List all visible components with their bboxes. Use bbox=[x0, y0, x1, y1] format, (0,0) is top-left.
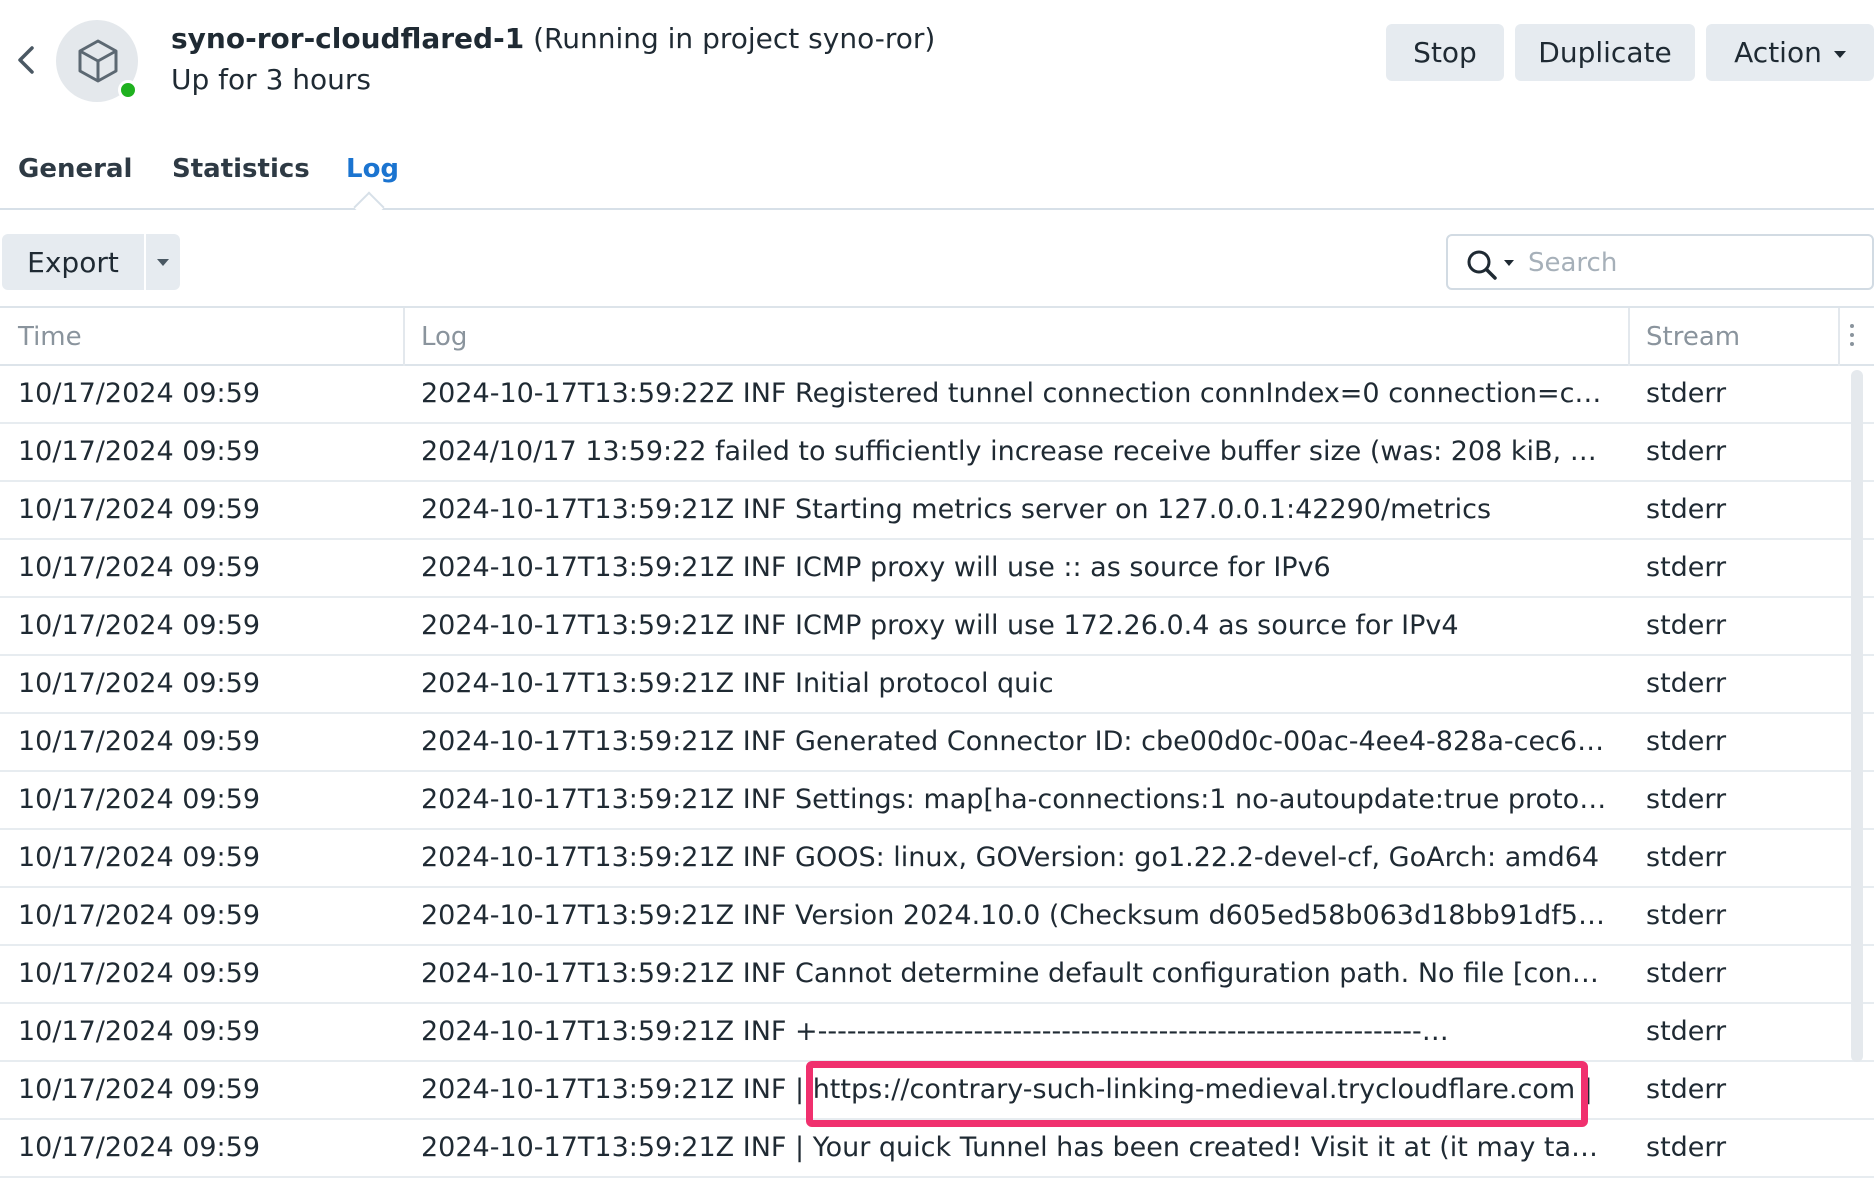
column-header-log[interactable]: Log bbox=[421, 322, 467, 352]
uptime-text: Up for 3 hours bbox=[171, 63, 372, 96]
running-status-text: (Running in project syno-ror) bbox=[533, 22, 936, 55]
cell-stream: stderr bbox=[1646, 610, 1727, 641]
cell-time: 10/17/2024 09:59 bbox=[18, 1132, 261, 1163]
export-button[interactable]: Export bbox=[2, 234, 144, 290]
cell-time: 10/17/2024 09:59 bbox=[18, 900, 261, 931]
duplicate-button-label: Duplicate bbox=[1538, 36, 1672, 69]
duplicate-button[interactable]: Duplicate bbox=[1515, 24, 1695, 81]
cell-stream: stderr bbox=[1646, 436, 1727, 467]
cell-time: 10/17/2024 09:59 bbox=[18, 958, 261, 989]
cell-time: 10/17/2024 09:59 bbox=[18, 610, 261, 641]
column-divider[interactable] bbox=[1628, 308, 1630, 366]
table-row[interactable]: 10/17/2024 09:59 2024-10-17T13:59:21Z IN… bbox=[0, 888, 1874, 946]
column-divider[interactable] bbox=[403, 308, 405, 366]
cell-log: 2024/10/17 13:59:22 failed to sufficient… bbox=[421, 436, 1613, 467]
cell-stream: stderr bbox=[1646, 494, 1727, 525]
tab-log[interactable]: Log bbox=[346, 154, 399, 184]
cell-log: 2024-10-17T13:59:21Z INF Version 2024.10… bbox=[421, 900, 1613, 931]
table-scrollbar[interactable] bbox=[1851, 370, 1863, 1062]
cell-time: 10/17/2024 09:59 bbox=[18, 1074, 261, 1105]
cell-stream: stderr bbox=[1646, 784, 1727, 815]
tab-general[interactable]: General bbox=[18, 154, 132, 184]
caret-down-icon bbox=[157, 258, 169, 266]
cell-log: 2024-10-17T13:59:21Z INF Initial protoco… bbox=[421, 668, 1054, 699]
cell-time: 10/17/2024 09:59 bbox=[18, 552, 261, 583]
export-button-group: Export bbox=[2, 234, 180, 290]
column-menu-icon[interactable] bbox=[1850, 324, 1854, 351]
stop-button-label: Stop bbox=[1413, 36, 1477, 69]
table-row[interactable]: 10/17/2024 09:59 2024-10-17T13:59:21Z IN… bbox=[0, 714, 1874, 772]
column-header-stream[interactable]: Stream bbox=[1646, 322, 1740, 352]
table-row[interactable]: 10/17/2024 09:59 2024-10-17T13:59:22Z IN… bbox=[0, 366, 1874, 424]
search-options-caret-icon[interactable] bbox=[1504, 260, 1514, 266]
caret-down-icon bbox=[1833, 50, 1846, 58]
search-input[interactable] bbox=[1526, 244, 1860, 282]
column-divider bbox=[1838, 308, 1840, 366]
cell-log: 2024-10-17T13:59:21Z INF Cannot determin… bbox=[421, 958, 1613, 989]
tab-statistics[interactable]: Statistics bbox=[172, 154, 310, 184]
container-name: syno-ror-cloudflared-1 bbox=[171, 22, 525, 55]
cell-log: 2024-10-17T13:59:21Z INF +--------------… bbox=[421, 1016, 1449, 1047]
cell-stream: stderr bbox=[1646, 1132, 1727, 1163]
cell-log: 2024-10-17T13:59:21Z INF Generated Conne… bbox=[421, 726, 1613, 757]
cell-log: 2024-10-17T13:59:21Z INF | Your quick Tu… bbox=[421, 1132, 1613, 1163]
cell-time: 10/17/2024 09:59 bbox=[18, 494, 261, 525]
cube-icon bbox=[78, 39, 118, 83]
search-icon[interactable] bbox=[1466, 249, 1498, 281]
action-button-label: Action bbox=[1734, 36, 1822, 69]
cell-time: 10/17/2024 09:59 bbox=[18, 668, 261, 699]
table-row[interactable]: 10/17/2024 09:59 2024-10-17T13:59:21Z IN… bbox=[0, 1120, 1874, 1178]
cell-stream: stderr bbox=[1646, 900, 1727, 931]
cell-log: 2024-10-17T13:59:21Z INF | https://contr… bbox=[421, 1074, 1593, 1105]
export-button-label: Export bbox=[27, 245, 119, 279]
table-header: Time Log Stream bbox=[0, 306, 1874, 366]
cell-log: 2024-10-17T13:59:21Z INF ICMP proxy will… bbox=[421, 610, 1459, 641]
cell-stream: stderr bbox=[1646, 378, 1727, 409]
cell-log: 2024-10-17T13:59:22Z INF Registered tunn… bbox=[421, 378, 1613, 409]
cell-time: 10/17/2024 09:59 bbox=[18, 1016, 261, 1047]
export-dropdown-button[interactable] bbox=[144, 234, 180, 290]
cell-log: 2024-10-17T13:59:21Z INF GOOS: linux, GO… bbox=[421, 842, 1600, 873]
cell-stream: stderr bbox=[1646, 1016, 1727, 1047]
cell-stream: stderr bbox=[1646, 958, 1727, 989]
table-row[interactable]: 10/17/2024 09:59 2024-10-17T13:59:21Z IN… bbox=[0, 598, 1874, 656]
cell-time: 10/17/2024 09:59 bbox=[18, 436, 261, 467]
tab-divider bbox=[0, 208, 1874, 210]
table-row[interactable]: 10/17/2024 09:59 2024/10/17 13:59:22 fai… bbox=[0, 424, 1874, 482]
cell-stream: stderr bbox=[1646, 1074, 1727, 1105]
search-box bbox=[1446, 234, 1874, 290]
active-tab-pointer bbox=[353, 191, 385, 223]
cell-log: 2024-10-17T13:59:21Z INF ICMP proxy will… bbox=[421, 552, 1331, 583]
cell-stream: stderr bbox=[1646, 668, 1727, 699]
cell-log: 2024-10-17T13:59:21Z INF Settings: map[h… bbox=[421, 784, 1613, 815]
running-status-indicator bbox=[118, 80, 138, 100]
table-row[interactable]: 10/17/2024 09:59 2024-10-17T13:59:21Z IN… bbox=[0, 540, 1874, 598]
cell-stream: stderr bbox=[1646, 726, 1727, 757]
table-row[interactable]: 10/17/2024 09:59 2024-10-17T13:59:21Z IN… bbox=[0, 482, 1874, 540]
cell-time: 10/17/2024 09:59 bbox=[18, 842, 261, 873]
cell-time: 10/17/2024 09:59 bbox=[18, 784, 261, 815]
chevron-left-icon bbox=[18, 46, 34, 74]
cell-stream: stderr bbox=[1646, 552, 1727, 583]
cell-stream: stderr bbox=[1646, 842, 1727, 873]
cell-time: 10/17/2024 09:59 bbox=[18, 726, 261, 757]
back-button[interactable] bbox=[10, 40, 42, 80]
table-row[interactable]: 10/17/2024 09:59 2024-10-17T13:59:21Z IN… bbox=[0, 946, 1874, 1004]
action-menu-button[interactable]: Action bbox=[1706, 24, 1874, 81]
table-row[interactable]: 10/17/2024 09:59 2024-10-17T13:59:21Z IN… bbox=[0, 656, 1874, 714]
cell-log: 2024-10-17T13:59:21Z INF Starting metric… bbox=[421, 494, 1492, 525]
table-row[interactable]: 10/17/2024 09:59 2024-10-17T13:59:21Z IN… bbox=[0, 1062, 1874, 1120]
table-row[interactable]: 10/17/2024 09:59 2024-10-17T13:59:21Z IN… bbox=[0, 1004, 1874, 1062]
cell-time: 10/17/2024 09:59 bbox=[18, 378, 261, 409]
column-header-time[interactable]: Time bbox=[18, 322, 82, 352]
stop-button[interactable]: Stop bbox=[1386, 24, 1504, 81]
table-row[interactable]: 10/17/2024 09:59 2024-10-17T13:59:21Z IN… bbox=[0, 772, 1874, 830]
table-row[interactable]: 10/17/2024 09:59 2024-10-17T13:59:21Z IN… bbox=[0, 830, 1874, 888]
container-title: syno-ror-cloudflared-1 (Running in proje… bbox=[171, 22, 935, 55]
